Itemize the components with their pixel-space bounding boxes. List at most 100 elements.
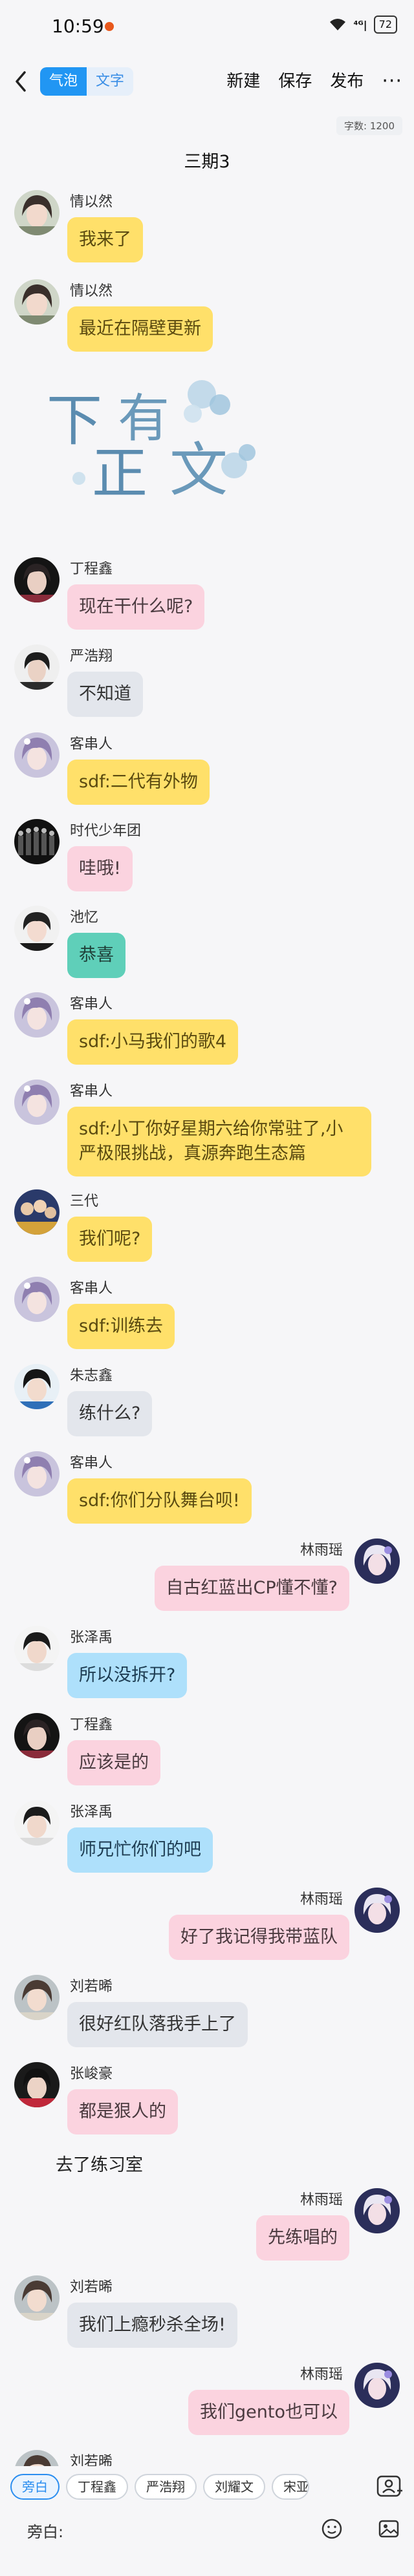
- avatar: [14, 1189, 60, 1235]
- role-chip[interactable]: 严浩翔: [135, 2474, 197, 2500]
- sender-name: 池忆: [70, 910, 99, 926]
- logo-image[interactable]: 下 有 正 文: [40, 368, 286, 506]
- avatar: [14, 1800, 60, 1846]
- message-bubble[interactable]: 我们呢?: [67, 1217, 153, 1262]
- avatar: [14, 190, 60, 235]
- avatar: [14, 557, 60, 602]
- message-bubble[interactable]: 最近在隔壁更新: [67, 306, 213, 352]
- avatar: [14, 279, 60, 325]
- sender-name: 客串人: [70, 996, 113, 1012]
- sender-name: 时代少年团: [70, 823, 142, 839]
- avatar: [14, 644, 60, 690]
- sender-name: 丁程鑫: [70, 1717, 113, 1733]
- message-bubble[interactable]: 师兄忙你们的吧: [67, 1827, 213, 1873]
- status-bar: 10:59 ⁴ᴳ| 72: [0, 0, 414, 54]
- message-bubble[interactable]: sdf:小丁你好星期六给你常驻了,小严极限挑战，真源奔跑生态篇: [67, 1107, 371, 1176]
- avatar: [14, 1975, 60, 2020]
- sender-name: 张泽禹: [70, 1804, 113, 1820]
- sender-name: 林雨瑶: [300, 2192, 343, 2208]
- bottom-toolbar: 旁白 丁程鑫 严浩翔 刘耀文 宋亚 旁白:: [0, 2466, 414, 2576]
- sender-name: 情以然: [70, 194, 113, 210]
- sender-name: 张峻豪: [70, 2066, 113, 2082]
- avatar: [14, 819, 60, 864]
- mode-bubble-button[interactable]: 气泡: [40, 67, 87, 96]
- avatar: [14, 1080, 60, 1125]
- sender-name: 朱志鑫: [70, 1368, 113, 1384]
- role-chip[interactable]: 宋亚: [272, 2474, 309, 2500]
- message-bubble[interactable]: 现在干什么呢?: [67, 584, 205, 630]
- logo-char: 文: [169, 436, 228, 498]
- message-bubble[interactable]: 都是狠人的: [67, 2089, 178, 2134]
- top-actions: 新建 保存 发布 ···: [226, 67, 402, 96]
- mode-text-button[interactable]: 文字: [87, 67, 134, 96]
- avatar: [354, 2363, 400, 2408]
- avatar: [14, 1451, 60, 1496]
- sender-name: 林雨瑶: [300, 1542, 343, 1559]
- avatar: [14, 2062, 60, 2107]
- message-bubble[interactable]: 我们gento也可以: [188, 2390, 349, 2435]
- logo-char: 正: [92, 442, 147, 498]
- logo-char: 有: [118, 389, 169, 449]
- more-icon[interactable]: ···: [382, 67, 402, 96]
- notification-dot-icon: [105, 22, 114, 31]
- avatar: [14, 1277, 60, 1322]
- message-bubble[interactable]: 先练唱的: [256, 2215, 349, 2261]
- message-bubble[interactable]: 不知道: [67, 672, 143, 717]
- sender-name: 林雨瑶: [300, 2367, 343, 2383]
- message-bubble[interactable]: sdf:二代有外物: [67, 760, 210, 805]
- message-bubble[interactable]: 我们上瘾秒杀全场!: [67, 2303, 237, 2348]
- role-chip[interactable]: 丁程鑫: [66, 2474, 128, 2500]
- document-title[interactable]: 三期3: [0, 147, 414, 173]
- message-bubble[interactable]: 自古红蓝出CP懂不懂?: [154, 1566, 349, 1611]
- signal-icon: ⁴ᴳ|: [353, 18, 367, 31]
- status-icons: ⁴ᴳ| 72: [328, 16, 397, 34]
- role-chip[interactable]: 刘耀文: [203, 2474, 265, 2500]
- message-bubble[interactable]: 所以没拆开?: [67, 1653, 188, 1698]
- new-button[interactable]: 新建: [226, 67, 260, 96]
- sender-name: 张泽禹: [70, 1630, 113, 1646]
- mode-toggle: 气泡 文字: [40, 67, 134, 96]
- word-count-badge: 字数: 1200: [336, 116, 402, 135]
- message-bubble[interactable]: sdf:训练去: [67, 1304, 175, 1349]
- emoji-icon[interactable]: [321, 2518, 343, 2540]
- avatar: [14, 1626, 60, 1671]
- wifi-icon: [328, 17, 347, 32]
- avatar: [14, 992, 60, 1038]
- image-icon[interactable]: [378, 2518, 400, 2540]
- avatar: [14, 732, 60, 778]
- save-button[interactable]: 保存: [278, 67, 312, 96]
- avatar: [14, 1364, 60, 1409]
- avatar: [354, 1538, 400, 1584]
- sender-name: 客串人: [70, 736, 113, 752]
- sender-name: 客串人: [70, 1455, 113, 1471]
- sender-name: 丁程鑫: [70, 561, 113, 577]
- message-bubble[interactable]: sdf:小马我们的歌4: [67, 1019, 239, 1065]
- status-time: 10:59: [52, 16, 104, 37]
- message-bubble[interactable]: 哇哦!: [67, 846, 133, 891]
- message-bubble[interactable]: 练什么?: [67, 1391, 153, 1436]
- input-speaker-label[interactable]: 旁白:: [27, 2519, 63, 2542]
- message-bubble[interactable]: 恭喜: [67, 933, 125, 978]
- role-chip[interactable]: 旁白: [10, 2474, 60, 2500]
- avatar: [354, 1888, 400, 1933]
- sender-name: 客串人: [70, 1083, 113, 1100]
- sender-name: 三代: [70, 1193, 99, 1209]
- message-bubble[interactable]: 好了我记得我带蓝队: [169, 1915, 349, 1960]
- avatar: [14, 906, 60, 951]
- back-icon[interactable]: [12, 70, 31, 93]
- sender-name: 林雨瑶: [300, 1891, 343, 1908]
- sender-name: 情以然: [70, 283, 113, 299]
- publish-button[interactable]: 发布: [330, 67, 364, 96]
- avatar: [14, 2275, 60, 2321]
- avatar: [354, 2188, 400, 2233]
- role-manage-icon[interactable]: [375, 2474, 404, 2500]
- message-bubble[interactable]: sdf:你们分队舞台呗!: [67, 1478, 252, 1524]
- sender-name: 客串人: [70, 1281, 113, 1297]
- battery-icon: 72: [373, 16, 397, 34]
- message-bubble[interactable]: 应该是的: [67, 1740, 160, 1785]
- message-bubble[interactable]: 很好红队落我手上了: [67, 2002, 248, 2047]
- narration-line[interactable]: 去了练习室: [56, 2151, 143, 2176]
- message-bubble[interactable]: 我来了: [67, 217, 143, 262]
- top-bar: 气泡 文字 新建 保存 发布 ···: [0, 54, 414, 110]
- input-row[interactable]: 旁白:: [0, 2510, 414, 2549]
